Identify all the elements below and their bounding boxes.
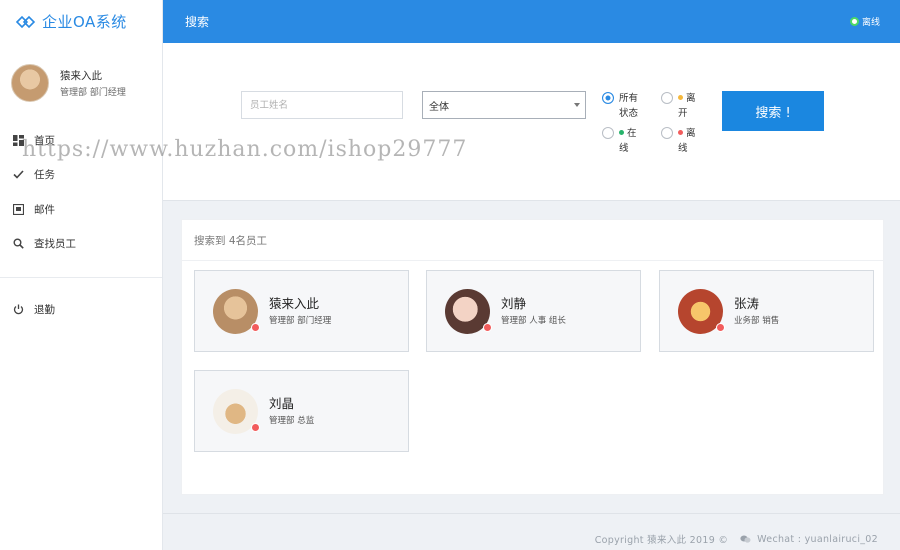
results-panel: 搜索到 4名员工 猿来入此 管理部 部门经理 刘静 管理部 人事 组长 张涛 业… (181, 219, 884, 495)
employee-avatar (678, 288, 725, 334)
radio-circle (661, 127, 673, 139)
check-icon (12, 169, 24, 181)
employee-card[interactable]: 刘静 管理部 人事 组长 (426, 270, 641, 352)
footer: Copyright 猿来入此 2019 © Wechat : yuanlairu… (594, 532, 878, 547)
sidebar-item-label: 任务 (34, 169, 55, 182)
power-icon (12, 303, 24, 315)
offline-dot-icon (678, 130, 683, 135)
brand-logo-icon (16, 15, 36, 28)
employee-name-input[interactable] (241, 91, 403, 119)
sidebar: 企业OA系统 猿来入此 管理部 部门经理 首页 任务 邮件 查找员工 退勤 (0, 0, 163, 550)
sidebar-item-tasks[interactable]: 任务 (0, 158, 162, 193)
employee-dept: 管理部 总监 (269, 416, 315, 426)
offline-badge (716, 322, 725, 332)
top-bar: 搜索 离线 (163, 0, 900, 43)
user-dept: 管理部 部门经理 (60, 87, 126, 98)
user-name: 猿来入此 (60, 69, 102, 82)
employee-name: 刘晶 (269, 396, 295, 411)
results-summary: 搜索到 4名员工 (182, 220, 883, 261)
offline-badge (251, 322, 260, 332)
employee-avatar (445, 288, 492, 334)
radio-circle (602, 127, 614, 139)
sidebar-item-label: 邮件 (34, 203, 55, 216)
copyright-text: Copyright 猿来入此 2019 © (594, 535, 729, 546)
sidebar-item-find-employee[interactable]: 查找员工 (0, 227, 162, 262)
employee-dept: 管理部 人事 组长 (501, 316, 566, 326)
footer-divider (163, 513, 900, 514)
user-avatar (11, 64, 49, 102)
radio-label: 所有状态 (619, 93, 639, 119)
search-icon (12, 238, 24, 250)
status-indicator[interactable]: 离线 (849, 15, 880, 28)
brand-name: 企业OA系统 (42, 13, 127, 31)
select-value: 全体 (429, 101, 449, 113)
status-label: 离线 (861, 18, 880, 28)
employee-card[interactable]: 张涛 业务部 销售 (659, 270, 874, 352)
user-profile[interactable]: 猿来入此 管理部 部门经理 (0, 43, 162, 109)
department-select[interactable]: 全体 (422, 91, 586, 119)
nav-divider (0, 277, 162, 278)
page-title: 搜索 (185, 15, 210, 29)
radio-online[interactable]: 在线 (602, 126, 643, 156)
employee-dept: 业务部 销售 (734, 316, 780, 326)
radio-away[interactable]: 离开 (661, 91, 702, 121)
online-dot-icon (619, 130, 624, 135)
employee-name: 猿来入此 (269, 296, 320, 311)
employee-dept: 管理部 部门经理 (269, 316, 332, 326)
wechat-text: Wechat : yuanlairuci_02 (757, 533, 878, 545)
sidebar-item-mail[interactable]: 邮件 (0, 192, 162, 227)
radio-circle (602, 92, 614, 104)
search-button[interactable]: 搜索 ! (722, 91, 824, 131)
inbox-icon (12, 203, 24, 215)
radio-circle (661, 92, 673, 104)
offline-badge (251, 422, 260, 432)
watermark: https://www.huzhan.com/ishop29777 (22, 137, 468, 162)
radio-all-status[interactable]: 所有状态 (602, 91, 643, 121)
employee-name: 刘静 (501, 296, 527, 311)
employee-card[interactable]: 刘晶 管理部 总监 (194, 370, 409, 452)
brand[interactable]: 企业OA系统 (0, 0, 162, 43)
caret-down-icon (574, 103, 580, 107)
employee-name: 张涛 (734, 296, 760, 311)
employee-avatar (213, 288, 260, 334)
employee-avatar (213, 388, 260, 434)
sidebar-item-logout[interactable]: 退勤 (0, 292, 162, 327)
wechat-icon (740, 535, 751, 543)
status-dot-icon (849, 17, 859, 26)
search-panel: 全体 所有状态 离开 在线 离线 搜索 ! (163, 43, 900, 201)
radio-offline[interactable]: 离线 (661, 126, 702, 156)
employee-card[interactable]: 猿来入此 管理部 部门经理 (194, 270, 409, 352)
offline-badge (483, 322, 492, 332)
sidebar-item-label: 退勤 (34, 303, 55, 316)
away-dot-icon (678, 95, 683, 100)
sidebar-item-label: 查找员工 (34, 238, 76, 251)
